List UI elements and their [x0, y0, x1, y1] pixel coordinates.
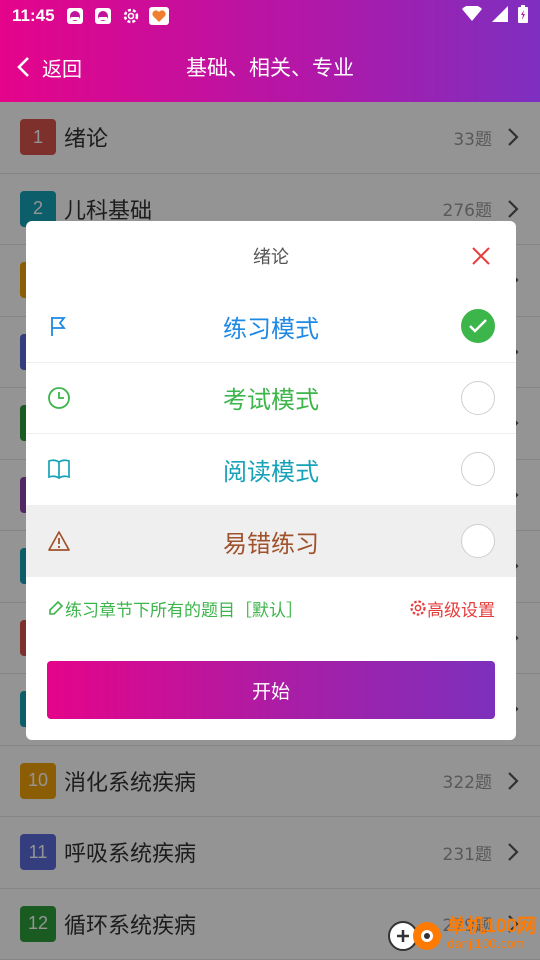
app-bar: 返回 基础、相关、专业	[0, 32, 540, 102]
signal-icon	[492, 5, 508, 27]
settings-gear-icon	[121, 7, 141, 25]
battery-icon	[518, 4, 528, 28]
mode-select-dialog: 绪论 练习模式 考试模式 阅读模式 易错练习 练习章节下所有的题目［默认］ 高级…	[26, 221, 516, 740]
mode-label: 考试模式	[223, 386, 319, 415]
close-icon[interactable]	[470, 245, 492, 267]
edit-tag-icon	[49, 600, 64, 615]
mode-option-exam[interactable]: 考试模式	[26, 363, 516, 434]
watermark-line2: danji100.com	[447, 936, 525, 952]
start-button[interactable]: 开始	[47, 661, 495, 719]
watermark-logo-icon	[387, 914, 443, 954]
checkmark-icon	[469, 319, 487, 333]
dialog-title: 绪论	[253, 247, 289, 268]
advanced-settings-link[interactable]: 高级设置	[409, 596, 495, 621]
back-label: 返回	[42, 56, 82, 81]
scope-selector[interactable]: 练习章节下所有的题目［默认］	[47, 596, 303, 621]
scope-row: 练习章节下所有的题目［默认］ 高级设置	[26, 577, 516, 639]
mode-option-mistakes[interactable]: 易错练习	[26, 505, 516, 577]
mode-radio[interactable]	[461, 380, 495, 415]
scope-text: 练习章节下所有的题目［默认］	[65, 600, 303, 621]
site-watermark: 单机100网 danji100.com	[387, 914, 536, 954]
wifi-icon	[462, 4, 482, 27]
mode-label: 易错练习	[223, 529, 319, 558]
status-time: 11:45	[12, 6, 55, 25]
warning-icon	[46, 528, 72, 554]
gear-icon	[410, 600, 426, 616]
mode-option-reading[interactable]: 阅读模式	[26, 434, 516, 506]
mode-radio-checked[interactable]	[461, 309, 495, 344]
watermark-text: 单机100网 danji100.com	[447, 917, 536, 951]
back-button[interactable]: 返回	[0, 53, 82, 82]
status-bar: 11:45	[0, 0, 540, 32]
app-notification-icon	[93, 7, 113, 25]
app-notification-icon	[65, 7, 85, 25]
chevron-left-icon	[17, 57, 29, 77]
dialog-header: 绪论	[26, 221, 516, 291]
mode-option-practice[interactable]: 练习模式	[26, 291, 516, 363]
mode-radio[interactable]	[461, 524, 495, 559]
mode-radio[interactable]	[461, 452, 495, 487]
heart-app-icon	[148, 7, 169, 25]
flag-icon	[46, 313, 72, 339]
mode-label: 练习模式	[223, 314, 319, 343]
book-icon	[46, 456, 72, 482]
advanced-label: 高级设置	[427, 600, 495, 621]
clock-icon	[46, 385, 72, 411]
mode-label: 阅读模式	[223, 457, 319, 486]
watermark-line1: 单机100网	[447, 916, 536, 938]
